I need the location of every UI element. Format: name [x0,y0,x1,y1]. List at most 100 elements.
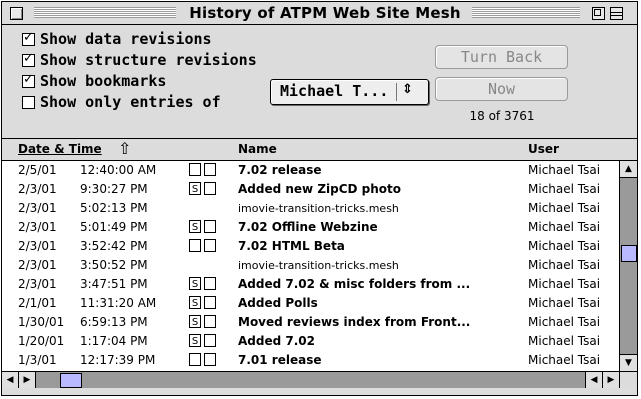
row-date: 1/20/01 [18,334,65,348]
row-date: 1/30/01 [18,315,65,329]
revision-type-icon: S [189,296,201,309]
row-user: Michael Tsai [528,315,601,329]
row-time: 3:52:42 PM [80,239,148,253]
row-user: Michael Tsai [528,239,601,253]
grow-box[interactable] [619,371,637,388]
row-date: 2/3/01 [18,277,57,291]
column-name[interactable]: Name [238,142,277,156]
row-date: 2/3/01 [18,220,57,234]
row-name: imovie-transition-tricks.mesh [238,202,399,215]
row-date: 2/3/01 [18,201,57,215]
revision-type-icon: S [189,315,201,328]
title-stripes-left [34,7,176,18]
revision-flag-icon [204,277,216,290]
show-structure-revisions-checkbox[interactable]: Show structure revisions [22,50,257,70]
row-time: 3:50:52 PM [80,258,148,272]
table-row[interactable]: 2/3/01 3:47:51 PM S Added 7.02 & misc folde… [2,275,619,293]
horizontal-scrollbar[interactable]: ◀ ▶ ◀ ▶ [2,371,619,388]
show-only-entries-of-checkbox[interactable]: Show only entries of [22,92,221,112]
revision-flag-icon [204,239,216,252]
turn-back-button[interactable]: Turn Back [435,45,568,69]
horizontal-scroll-thumb[interactable] [60,373,82,388]
checkbox-label: Show structure revisions [40,51,257,69]
table-row[interactable]: 2/3/01 5:02:13 PM imovie-transition-tricks… [2,199,619,217]
now-button[interactable]: Now [435,77,568,101]
vertical-scroll-thumb[interactable] [621,245,637,263]
row-name: imovie-transition-tricks.mesh [238,259,399,272]
row-date: 2/3/01 [18,182,57,196]
row-user: Michael Tsai [528,277,601,291]
table-row[interactable]: 2/1/01 11:31:20 AM S Added Polls Michael Tsa… [2,294,619,312]
row-user: Michael Tsai [528,258,601,272]
zoom-box[interactable] [592,7,605,20]
row-time: 5:02:13 PM [80,201,148,215]
show-data-revisions-checkbox[interactable]: Show data revisions [22,29,212,49]
table-row[interactable]: 1/3/01 12:17:39 PM 7.01 release Michael Tsa… [2,351,619,369]
row-time: 9:30:27 PM [80,182,148,196]
scroll-left-arrow-icon[interactable]: ◀ [2,372,19,388]
row-date: 2/5/01 [18,163,57,177]
popup-separator [396,83,397,101]
row-time: 12:17:39 PM [80,353,156,367]
row-time: 1:17:04 PM [80,334,148,348]
row-date: 1/3/01 [18,353,57,367]
entry-count: 18 of 3761 [469,109,535,123]
table-row[interactable]: 1/20/01 1:17:04 PM S Added 7.02 Michael Tsai [2,332,619,350]
popup-arrows-icon: ⇕ [402,82,413,97]
table-row[interactable]: 2/3/01 3:50:52 PM imovie-transition-tricks… [2,256,619,274]
table-row[interactable]: 2/3/01 9:30:27 PM S Added new ZipCD photo Mi… [2,180,619,198]
row-name: Moved reviews index from Front... [238,315,471,329]
close-box[interactable] [10,7,23,20]
revision-type-icon [189,353,201,366]
row-user: Michael Tsai [528,220,601,234]
title-stripes-right [472,7,580,18]
row-name: Added 7.02 [238,334,315,348]
row-time: 11:31:20 AM [80,296,157,310]
vertical-scrollbar[interactable]: ▲ ▼ [619,161,637,371]
table-row[interactable]: 2/5/01 12:40:00 AM 7.02 release Michael Tsa… [2,161,619,179]
row-time: 12:40:00 AM [80,163,157,177]
title-bar[interactable]: History of ATPM Web Site Mesh [2,2,637,25]
collapse-box[interactable] [610,7,623,20]
scroll-up-arrow-icon[interactable]: ▲ [620,161,637,178]
column-header: Date & Time ⇧ Name User [2,138,637,161]
column-user[interactable]: User [528,142,559,156]
user-filter-value: Michael T... [280,82,389,100]
row-name: 7.02 Offline Webzine [238,220,378,234]
scroll-right-arrow-icon[interactable]: ▶ [602,372,619,388]
history-list[interactable]: 2/5/01 12:40:00 AM 7.02 release Michael Tsa… [2,161,619,371]
scroll-right-arrow-icon[interactable]: ▶ [19,372,36,388]
table-row[interactable]: 2/3/01 5:01:49 PM S 7.02 Offline Webzine Mic… [2,218,619,236]
revision-flag-icon [204,353,216,366]
scroll-down-arrow-icon[interactable]: ▼ [620,354,637,371]
checkbox-box[interactable] [22,72,35,88]
sort-arrow-icon[interactable]: ⇧ [118,139,131,158]
revision-flag-icon [204,220,216,233]
user-filter-popup[interactable]: Michael T... ⇕ [270,79,429,105]
row-date: 2/3/01 [18,258,57,272]
checkbox-box[interactable] [22,30,35,46]
checkbox-box[interactable] [22,51,35,67]
row-date: 2/3/01 [18,239,57,253]
table-row[interactable]: 2/3/01 3:52:42 PM 7.02 HTML Beta Michael Ts… [2,237,619,255]
revision-flag-icon [204,334,216,347]
row-time: 5:01:49 PM [80,220,148,234]
history-window: History of ATPM Web Site Mesh Show data … [1,1,638,396]
row-user: Michael Tsai [528,353,601,367]
row-name: Added 7.02 & misc folders from ... [238,277,471,291]
show-bookmarks-checkbox[interactable]: Show bookmarks [22,71,166,91]
row-user: Michael Tsai [528,201,601,215]
checkbox-label: Show bookmarks [40,72,167,90]
row-name: Added Polls [238,296,318,310]
row-name: 7.02 HTML Beta [238,239,345,253]
revision-type-icon: S [189,182,201,195]
table-row[interactable]: 1/30/01 6:59:13 PM S Moved reviews index fr… [2,313,619,331]
revision-flag-icon [204,315,216,328]
row-name: Added new ZipCD photo [238,182,402,196]
column-date-time[interactable]: Date & Time [18,142,102,156]
checkbox-box[interactable] [22,95,35,109]
row-name: 7.02 release [238,163,322,177]
scroll-left-arrow-icon[interactable]: ◀ [585,372,602,388]
row-user: Michael Tsai [528,163,601,177]
revision-flag-icon [204,182,216,195]
